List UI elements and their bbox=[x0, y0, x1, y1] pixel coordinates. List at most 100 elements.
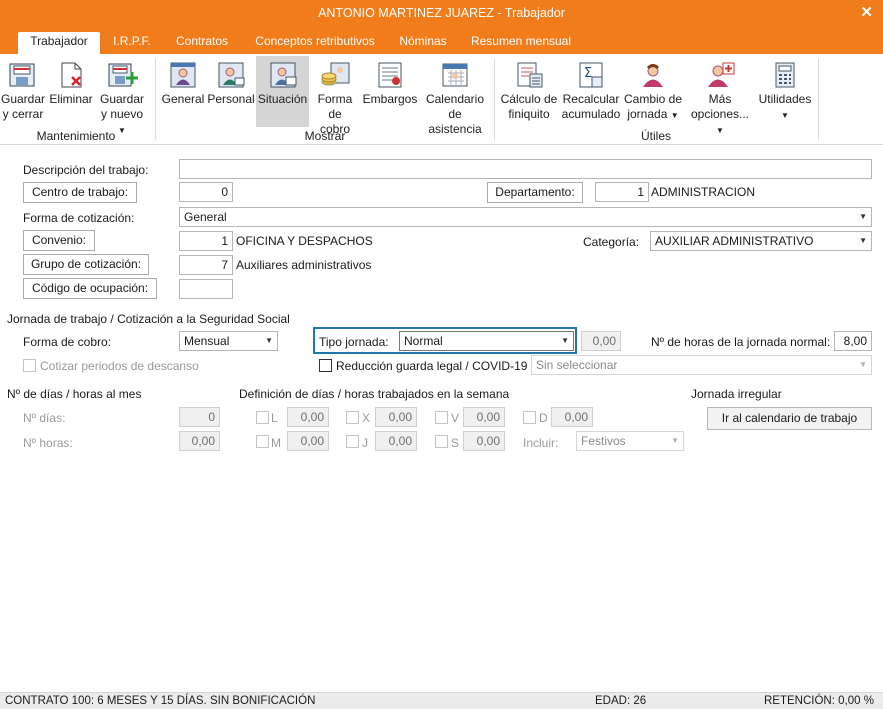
horas-jornada-label: Nº de horas de la jornada normal: bbox=[651, 335, 831, 349]
mas-opciones-button[interactable]: Más opciones... ▼ bbox=[686, 56, 754, 135]
close-icon[interactable]: ✕ bbox=[860, 0, 873, 26]
grupo-cotizacion-name: Auxiliares administrativos bbox=[236, 258, 372, 272]
guardar-cerrar-label-1: Guardar bbox=[0, 92, 46, 106]
centro-trabajo-button[interactable]: Centro de trabajo: bbox=[23, 182, 137, 203]
ribbon-separator bbox=[155, 58, 156, 140]
eliminar-button[interactable]: Eliminar bbox=[48, 56, 94, 126]
finiquito-label-1: Cálculo de bbox=[500, 92, 558, 106]
tipo-jornada-label: Tipo jornada: bbox=[319, 335, 389, 349]
cambio-jornada-label-1: Cambio de bbox=[623, 92, 683, 106]
calculator-document-icon bbox=[517, 62, 543, 88]
calendario-label-1: Calendario bbox=[425, 92, 485, 106]
status-edad: EDAD: 26 bbox=[595, 695, 647, 707]
grupo-cotizacion-input[interactable]: 7 bbox=[179, 255, 233, 275]
dropdown-arrow-icon: ▼ bbox=[781, 111, 789, 120]
descripcion-input[interactable] bbox=[179, 159, 872, 179]
viernes-checkbox bbox=[435, 411, 448, 424]
domingo-input: 0,00 bbox=[551, 407, 593, 427]
viernes-input: 0,00 bbox=[463, 407, 505, 427]
cambio-jornada-button[interactable]: Cambio de jornada ▼ bbox=[623, 56, 683, 126]
general-button[interactable]: General bbox=[160, 56, 206, 126]
embargos-button[interactable]: Embargos bbox=[362, 56, 418, 126]
semana-title: Definición de días / horas trabajados en… bbox=[239, 387, 510, 401]
tab-resumen[interactable]: Resumen mensual bbox=[466, 32, 576, 54]
forma-cobro-value: Mensual bbox=[184, 334, 230, 348]
chevron-down-icon: ▼ bbox=[859, 212, 867, 221]
departamento-input[interactable]: 1 bbox=[595, 182, 649, 202]
situacion-button[interactable]: Situación bbox=[256, 56, 309, 127]
tab-trabajador[interactable]: Trabajador bbox=[18, 32, 100, 54]
finiquito-label-2: finiquito bbox=[508, 107, 550, 121]
ribbon-separator bbox=[494, 58, 495, 140]
miercoles-checkbox bbox=[346, 411, 359, 424]
chevron-down-icon: ▼ bbox=[859, 360, 867, 369]
departamento-button[interactable]: Departamento: bbox=[487, 182, 583, 203]
categoria-value: AUXILIAR ADMINISTRATIVO bbox=[655, 234, 814, 248]
horas-jornada-input[interactable]: 8,00 bbox=[834, 331, 872, 351]
ir-calendario-button[interactable]: Ir al calendario de trabajo bbox=[707, 407, 872, 430]
dias-input: 0 bbox=[179, 407, 220, 427]
calendario-asistencia-button[interactable]: Calendario de asistencia bbox=[420, 56, 490, 136]
tab-conceptos[interactable]: Conceptos retributivos bbox=[248, 32, 382, 54]
tab-contratos[interactable]: Contratos bbox=[166, 32, 238, 54]
incluir-value: Festivos bbox=[581, 434, 626, 448]
categoria-select[interactable]: AUXILIAR ADMINISTRATIVO ▼ bbox=[650, 231, 872, 251]
person-clock-icon bbox=[643, 64, 663, 87]
martes-input: 0,00 bbox=[287, 431, 329, 451]
forma-cobro-select[interactable]: Mensual ▼ bbox=[179, 331, 278, 351]
guardar-nuevo-button[interactable]: Guardar y nuevo ▼ bbox=[96, 56, 148, 135]
reduccion-guarda-select[interactable]: Sin seleccionar ▼ bbox=[531, 355, 872, 375]
utilidades-button[interactable]: Utilidades ▼ bbox=[756, 56, 814, 126]
window-title: ANTONIO MARTINEZ JUAREZ - Trabajador bbox=[318, 6, 565, 20]
status-contrato: CONTRATO 100: 6 MESES Y 15 DÍAS. SIN BON… bbox=[5, 695, 316, 707]
recalcular-acumulado-button[interactable]: Σ Recalcular acumulado bbox=[561, 56, 621, 126]
recalcular-label-1: Recalcular bbox=[562, 92, 620, 106]
embargos-label: Embargos bbox=[362, 92, 418, 106]
calculator-icon bbox=[775, 62, 795, 88]
cambio-jornada-label-2: jornada bbox=[627, 107, 668, 121]
personal-button[interactable]: Personal bbox=[207, 56, 255, 126]
convenio-button[interactable]: Convenio: bbox=[23, 230, 95, 251]
cotizar-descanso-checkbox bbox=[23, 359, 36, 372]
personal-label: Personal bbox=[207, 92, 255, 106]
forma-cotizacion-label: Forma de cotización: bbox=[23, 211, 135, 225]
person-edit-icon bbox=[218, 62, 245, 88]
guardar-cerrar-button[interactable]: Guardar y cerrar bbox=[0, 56, 46, 126]
group-mostrar: Mostrar bbox=[304, 129, 346, 143]
convenio-input[interactable]: 1 bbox=[179, 231, 233, 251]
categoria-label: Categoría: bbox=[583, 235, 640, 249]
tab-irpf[interactable]: I.R.P.F. bbox=[106, 32, 158, 54]
chevron-down-icon: ▼ bbox=[561, 336, 569, 345]
person-plus-icon bbox=[708, 62, 735, 87]
tipo-jornada-select[interactable]: Normal ▼ bbox=[399, 331, 574, 351]
dias-mes-title: Nº de días / horas al mes bbox=[7, 387, 142, 401]
mas-opciones-label-1: Más bbox=[708, 92, 732, 106]
centro-trabajo-input[interactable]: 0 bbox=[179, 182, 233, 202]
forma-cotizacion-select[interactable]: General ▼ bbox=[179, 207, 872, 227]
person-card-icon bbox=[170, 62, 196, 88]
codigo-ocupacion-button[interactable]: Código de ocupación: bbox=[23, 278, 157, 299]
descripcion-label: Descripción del trabajo: bbox=[23, 163, 149, 177]
lunes-checkbox bbox=[256, 411, 269, 424]
sigma-icon: Σ bbox=[579, 62, 603, 88]
save-new-icon bbox=[108, 63, 138, 87]
calculo-finiquito-button[interactable]: Cálculo de finiquito bbox=[500, 56, 558, 126]
reduccion-guarda-value: Sin seleccionar bbox=[536, 358, 618, 372]
dias-label: Nº días: bbox=[23, 411, 66, 425]
miercoles-input: 0,00 bbox=[375, 407, 417, 427]
utilidades-label: Utilidades bbox=[758, 92, 812, 106]
horas-label: Nº horas: bbox=[23, 436, 73, 450]
forma-cobro-button[interactable]: Forma de cobro bbox=[313, 56, 357, 136]
sabado-checkbox bbox=[435, 435, 448, 448]
jueves-input: 0,00 bbox=[375, 431, 417, 451]
forma-cobro-label: Forma de cobro: bbox=[23, 335, 112, 349]
grupo-cotizacion-button[interactable]: Grupo de cotización: bbox=[23, 254, 149, 275]
tab-nominas[interactable]: Nóminas bbox=[390, 32, 456, 54]
codigo-ocupacion-input[interactable] bbox=[179, 279, 233, 299]
forma-cotizacion-value: General bbox=[184, 210, 227, 224]
reduccion-guarda-checkbox[interactable] bbox=[319, 359, 332, 372]
status-retencion: RETENCIÓN: 0,00 % bbox=[764, 695, 874, 707]
dropdown-arrow-icon: ▼ bbox=[670, 111, 679, 120]
jornada-section-title: Jornada de trabajo / Cotización a la Seg… bbox=[7, 312, 290, 326]
status-bar: CONTRATO 100: 6 MESES Y 15 DÍAS. SIN BON… bbox=[0, 692, 883, 709]
